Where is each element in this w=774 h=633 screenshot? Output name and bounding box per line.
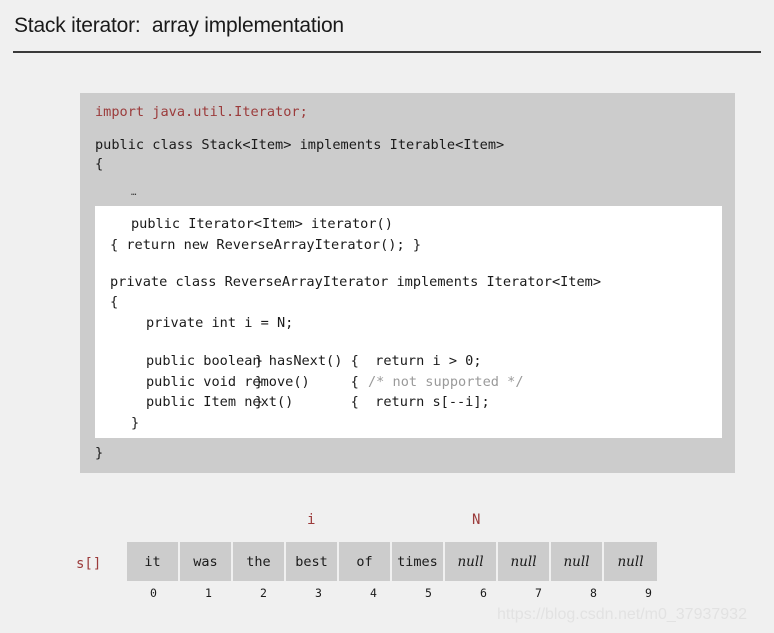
array-cell: null	[604, 542, 657, 581]
code-line: private int i = N;	[146, 315, 294, 331]
array-cell: null	[498, 542, 551, 581]
code-line: public class Stack<Item> implements Iter…	[95, 137, 505, 153]
array-cell: null	[445, 542, 498, 581]
array-cell: null	[551, 542, 604, 581]
array-index: 4	[370, 586, 377, 600]
array-index-labels: 0 1 2 3 4 5 6 7 8 9	[127, 586, 675, 600]
array-index: 3	[315, 586, 322, 600]
array-index: 9	[645, 586, 652, 600]
page-title: Stack iterator: array implementation	[14, 14, 344, 37]
array-cell: the	[233, 542, 286, 581]
code-line: }	[255, 374, 264, 390]
code-line: {	[95, 156, 104, 172]
array-cells: it was the best of times null null null null	[127, 542, 657, 581]
code-line: {	[110, 294, 119, 310]
code-panel: import java.util.Iterator; public class S…	[80, 93, 735, 473]
array-index: 2	[260, 586, 267, 600]
code-line: /* not supported */	[368, 374, 524, 390]
array-index: 8	[590, 586, 597, 600]
array-index: 1	[205, 586, 212, 600]
array-index: 0	[150, 586, 157, 600]
code-line: private class ReverseArrayIterator imple…	[110, 274, 602, 290]
array-cell: was	[180, 542, 233, 581]
code-line: import java.util.Iterator;	[95, 104, 308, 120]
pointer-label-N: N	[472, 512, 481, 528]
array-name-label: s[]	[76, 556, 102, 572]
code-line: { return new ReverseArrayIterator(); }	[110, 237, 421, 253]
array-cell: times	[392, 542, 445, 581]
array-cell: it	[127, 542, 180, 581]
array-cell: of	[339, 542, 392, 581]
code-line: …	[131, 188, 137, 198]
array-index: 5	[425, 586, 432, 600]
array-index: 6	[480, 586, 487, 600]
code-line: }	[255, 394, 264, 410]
code-line: }	[255, 353, 264, 369]
code-line: public boolean hasNext() { return i > 0;	[146, 353, 482, 369]
array-cell: best	[286, 542, 339, 581]
code-line: public Iterator<Item> iterator()	[131, 216, 393, 232]
array-index: 7	[535, 586, 542, 600]
code-line: public Item next() { return s[--i];	[146, 394, 490, 410]
highlighted-code-box: public Iterator<Item> iterator() { return…	[95, 206, 722, 438]
title-divider	[13, 51, 761, 53]
code-line: }	[95, 445, 104, 461]
code-line: }	[131, 415, 140, 431]
pointer-label-i: i	[307, 512, 316, 528]
